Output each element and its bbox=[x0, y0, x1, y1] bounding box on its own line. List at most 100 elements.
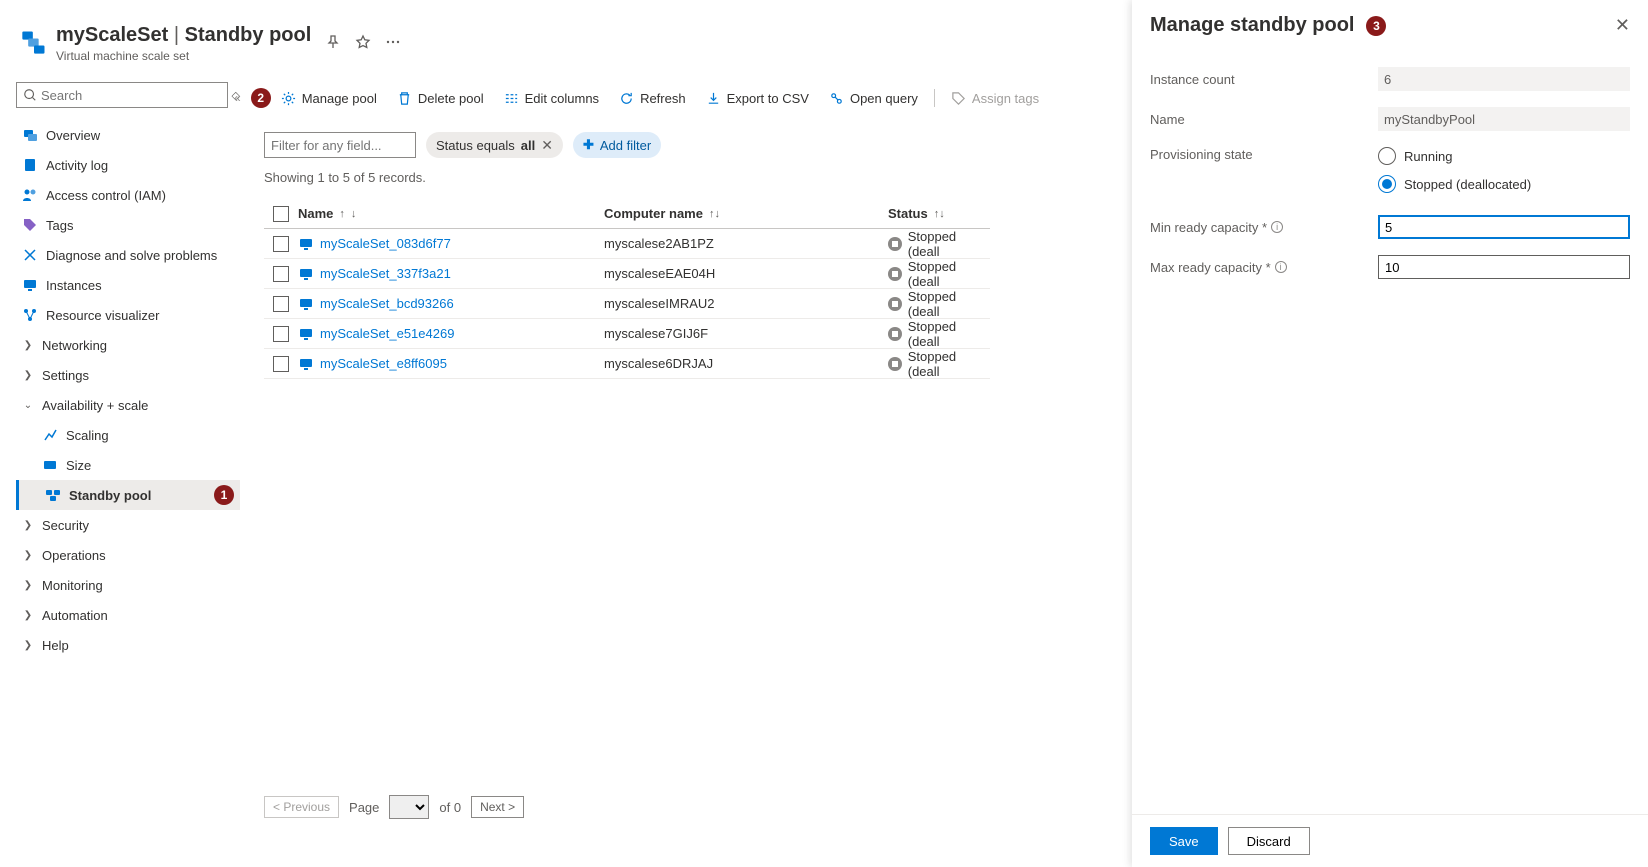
sidebar-item-standby-pool[interactable]: Standby pool 1 bbox=[16, 480, 240, 510]
favorite-icon[interactable] bbox=[355, 34, 371, 53]
more-icon[interactable] bbox=[385, 34, 401, 53]
standby-pool-icon bbox=[45, 487, 61, 503]
provisioning-state-label: Provisioning state bbox=[1150, 147, 1378, 162]
chevron-right-icon: ❯ bbox=[22, 370, 34, 381]
instance-link[interactable]: myScaleSet_e8ff6095 bbox=[320, 356, 447, 371]
manage-standby-pool-panel: Manage standby pool 3 ✕ Instance count N… bbox=[1132, 0, 1648, 867]
chevron-right-icon: ❯ bbox=[22, 520, 34, 531]
resource-viz-icon bbox=[22, 307, 38, 323]
sidebar-item-activity-log[interactable]: Activity log bbox=[16, 150, 240, 180]
row-checkbox[interactable] bbox=[273, 326, 289, 342]
instance-link[interactable]: myScaleSet_e51e4269 bbox=[320, 326, 454, 341]
tags-icon bbox=[22, 217, 38, 233]
sort-icon: ↑↓ bbox=[709, 208, 720, 220]
discard-button[interactable]: Discard bbox=[1228, 827, 1310, 855]
sidebar-item-monitoring[interactable]: ❯ Monitoring bbox=[16, 570, 240, 600]
callout-badge-2: 2 bbox=[251, 88, 271, 108]
scaling-icon bbox=[42, 427, 58, 443]
row-checkbox[interactable] bbox=[273, 236, 289, 252]
refresh-button[interactable]: Refresh bbox=[609, 82, 696, 114]
sidebar-item-help[interactable]: ❯ Help bbox=[16, 630, 240, 660]
instance-count-input bbox=[1378, 67, 1630, 91]
chevron-right-icon: ❯ bbox=[22, 610, 34, 621]
remove-filter-icon[interactable]: ✕ bbox=[541, 138, 553, 152]
col-status[interactable]: Status↑↓ bbox=[888, 206, 990, 221]
radio-running[interactable]: Running bbox=[1378, 147, 1630, 165]
sidebar-item-security[interactable]: ❯ Security bbox=[16, 510, 240, 540]
sort-asc-icon: ↑ bbox=[339, 208, 345, 220]
chevron-right-icon: ❯ bbox=[22, 640, 34, 651]
table-row: myScaleSet_e8ff6095myscalese6DRJAJStoppe… bbox=[264, 349, 990, 379]
status-stopped-icon bbox=[888, 297, 902, 311]
sidebar-item-availability[interactable]: ⌄ Availability + scale bbox=[16, 390, 240, 420]
max-ready-input[interactable] bbox=[1378, 255, 1630, 279]
manage-pool-button[interactable]: Manage pool bbox=[271, 82, 387, 114]
sidebar-item-overview[interactable]: Overview bbox=[16, 120, 240, 150]
query-icon bbox=[829, 91, 844, 106]
table-row: myScaleSet_e51e4269myscalese7GIJ6FStoppe… bbox=[264, 319, 990, 349]
page-select[interactable] bbox=[389, 795, 429, 819]
chevron-down-icon: ⌄ bbox=[22, 400, 34, 411]
next-page-button[interactable]: Next > bbox=[471, 796, 524, 818]
assign-tags-button: Assign tags bbox=[941, 82, 1049, 114]
status-filter-pill[interactable]: Status equals all ✕ bbox=[426, 132, 563, 158]
computer-name-cell: myscalese7GIJ6F bbox=[604, 326, 888, 341]
search-input[interactable] bbox=[41, 88, 221, 103]
row-checkbox[interactable] bbox=[273, 296, 289, 312]
col-computer-name[interactable]: Computer name↑↓ bbox=[604, 206, 888, 221]
instance-link[interactable]: myScaleSet_bcd93266 bbox=[320, 296, 454, 311]
delete-pool-button[interactable]: Delete pool bbox=[387, 82, 494, 114]
row-checkbox[interactable] bbox=[273, 266, 289, 282]
vm-icon bbox=[298, 326, 314, 342]
sidebar-item-instances[interactable]: Instances bbox=[16, 270, 240, 300]
radio-stopped[interactable]: Stopped (deallocated) bbox=[1378, 175, 1630, 193]
status-cell: Stopped (deall bbox=[888, 259, 990, 289]
chevron-right-icon: ❯ bbox=[22, 550, 34, 561]
sort-icon: ↑↓ bbox=[934, 208, 945, 220]
panel-title: Manage standby pool 3 bbox=[1150, 14, 1615, 37]
info-icon[interactable]: i bbox=[1275, 261, 1287, 273]
close-panel-icon[interactable]: ✕ bbox=[1615, 15, 1630, 36]
overview-icon bbox=[22, 127, 38, 143]
vm-icon bbox=[298, 296, 314, 312]
edit-columns-button[interactable]: Edit columns bbox=[494, 82, 609, 114]
save-button[interactable]: Save bbox=[1150, 827, 1218, 855]
row-checkbox[interactable] bbox=[273, 356, 289, 372]
resource-type-subtitle: Virtual machine scale set bbox=[56, 49, 311, 63]
status-stopped-icon bbox=[888, 267, 902, 281]
page-title: myScaleSet | Standby pool bbox=[56, 24, 311, 47]
instance-link[interactable]: myScaleSet_083d6f77 bbox=[320, 236, 451, 251]
search-icon bbox=[23, 88, 37, 102]
filter-input[interactable] bbox=[264, 132, 416, 158]
info-icon[interactable]: i bbox=[1271, 221, 1283, 233]
pager: < Previous Page of 0 Next > bbox=[264, 795, 524, 819]
sidebar-item-tags[interactable]: Tags bbox=[16, 210, 240, 240]
min-ready-input[interactable] bbox=[1378, 215, 1630, 239]
table-row: myScaleSet_337f3a21myscaleseEAE04HStoppe… bbox=[264, 259, 990, 289]
sidebar-item-settings[interactable]: ❯ Settings bbox=[16, 360, 240, 390]
table-row: myScaleSet_bcd93266myscaleseIMRAU2Stoppe… bbox=[264, 289, 990, 319]
select-all-checkbox[interactable] bbox=[273, 206, 289, 222]
pin-icon[interactable] bbox=[325, 34, 341, 53]
instance-link[interactable]: myScaleSet_337f3a21 bbox=[320, 266, 451, 281]
sidebar-item-scaling[interactable]: Scaling bbox=[16, 420, 240, 450]
instances-table: Name↑↓ Computer name↑↓ Status↑↓ myScaleS… bbox=[264, 199, 990, 379]
instances-icon bbox=[22, 277, 38, 293]
export-csv-button[interactable]: Export to CSV bbox=[696, 82, 819, 114]
status-cell: Stopped (deall bbox=[888, 349, 990, 379]
sidebar-item-networking[interactable]: ❯ Networking bbox=[16, 330, 240, 360]
status-cell: Stopped (deall bbox=[888, 289, 990, 319]
col-name[interactable]: Name↑↓ bbox=[298, 206, 604, 221]
add-filter-button[interactable]: ✚ Add filter bbox=[573, 132, 661, 158]
sidebar-item-size[interactable]: Size bbox=[16, 450, 240, 480]
sidebar-item-operations[interactable]: ❯ Operations bbox=[16, 540, 240, 570]
sidebar-item-diagnose[interactable]: Diagnose and solve problems bbox=[16, 240, 240, 270]
scroll-left-icon[interactable]: « bbox=[234, 91, 241, 105]
sidebar-item-resource-visualizer[interactable]: Resource visualizer bbox=[16, 300, 240, 330]
sidebar-search[interactable] bbox=[16, 82, 228, 108]
sidebar-item-iam[interactable]: Access control (IAM) bbox=[16, 180, 240, 210]
status-stopped-icon bbox=[888, 327, 902, 341]
open-query-button[interactable]: Open query bbox=[819, 82, 928, 114]
sidebar-item-automation[interactable]: ❯ Automation bbox=[16, 600, 240, 630]
vmss-icon bbox=[20, 28, 48, 59]
